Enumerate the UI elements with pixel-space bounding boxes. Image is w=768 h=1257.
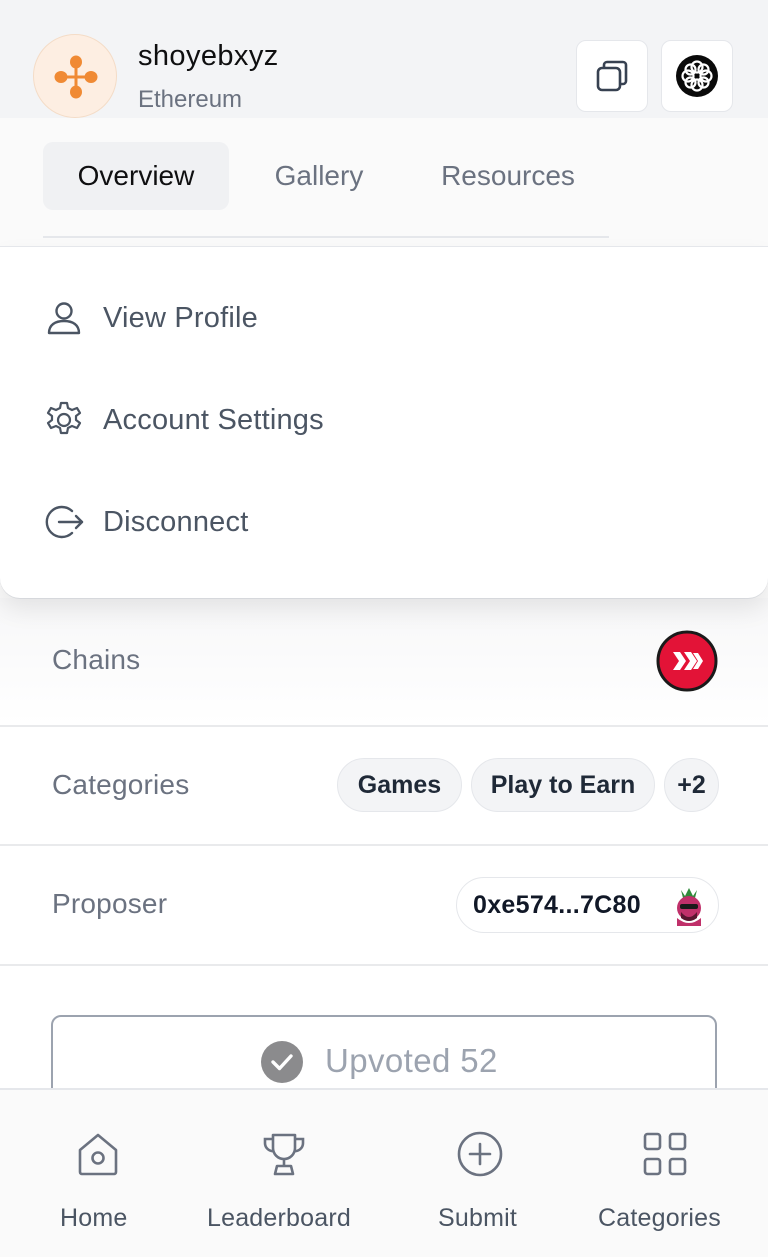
menu-item-account-settings[interactable]: Account Settings xyxy=(0,372,768,468)
hive-logo-icon[interactable] xyxy=(656,630,718,692)
network-label: Ethereum xyxy=(138,86,243,113)
tab-bar: Overview Gallery Resources xyxy=(0,118,768,246)
trophy-icon xyxy=(263,1133,305,1176)
nav-leaderboard[interactable]: Leaderboard xyxy=(205,1090,365,1257)
logout-icon xyxy=(45,505,84,539)
category-more-badge[interactable]: +2 xyxy=(664,758,719,812)
flower-logo-icon xyxy=(676,55,718,97)
menu-item-label: Disconnect xyxy=(103,505,249,538)
upvote-section: Upvoted 52 xyxy=(0,966,768,1105)
chains-label: Chains xyxy=(52,644,141,675)
nav-label: Home xyxy=(60,1204,128,1232)
copy-icon xyxy=(596,60,628,92)
home-icon xyxy=(78,1133,118,1176)
nav-categories[interactable]: Categories xyxy=(596,1090,736,1257)
proposer-address-pill[interactable]: 0xe574...7C80 xyxy=(456,877,719,933)
menu-item-label: View Profile xyxy=(103,301,258,334)
plus-circle-icon xyxy=(457,1131,503,1177)
tabs-divider xyxy=(43,236,609,238)
grid-icon xyxy=(643,1132,687,1176)
proposer-label: Proposer xyxy=(52,888,168,919)
check-circle-icon xyxy=(261,1041,303,1083)
chains-row: Chains xyxy=(0,598,768,727)
categories-label: Categories xyxy=(52,769,190,800)
tab-overview[interactable]: Overview xyxy=(43,142,229,210)
brand-menu-button[interactable] xyxy=(661,40,733,112)
nav-label: Leaderboard xyxy=(207,1204,351,1232)
copy-button[interactable] xyxy=(576,40,648,112)
nav-label: Submit xyxy=(438,1204,518,1232)
proposer-address: 0xe574...7C80 xyxy=(473,891,641,919)
menu-item-disconnect[interactable]: Disconnect xyxy=(0,474,768,570)
categories-row: Categories Games Play to Earn +2 xyxy=(0,727,768,846)
tab-gallery[interactable]: Gallery xyxy=(245,142,393,210)
category-pill-games[interactable]: Games xyxy=(337,758,462,812)
menu-item-label: Account Settings xyxy=(103,403,324,436)
account-dropdown-menu: View Profile Account Settings Disconnect xyxy=(0,246,768,598)
category-pill-play-to-earn[interactable]: Play to Earn xyxy=(471,758,655,812)
proposer-row: Proposer 0xe574...7C80 xyxy=(0,846,768,966)
username: shoyebxyz xyxy=(138,40,279,72)
orange-dots-logo-icon xyxy=(54,55,98,99)
app-screen: shoyebxyz Ethereum Overview Gallery Reso… xyxy=(0,0,768,1257)
profile-header: shoyebxyz Ethereum xyxy=(0,0,768,118)
tab-resources[interactable]: Resources xyxy=(418,142,598,210)
nav-home[interactable]: Home xyxy=(50,1090,150,1257)
gear-icon xyxy=(46,401,82,435)
nav-submit[interactable]: Submit xyxy=(432,1090,532,1257)
user-icon xyxy=(47,302,81,335)
menu-item-view-profile[interactable]: View Profile xyxy=(0,270,768,366)
avatar[interactable] xyxy=(33,34,117,118)
nav-label: Categories xyxy=(598,1204,721,1232)
upvote-label: Upvoted 52 xyxy=(325,1042,498,1079)
proposer-avatar-icon xyxy=(677,888,701,926)
bottom-navigation: Home Leaderboard Submit Categories xyxy=(0,1088,768,1257)
